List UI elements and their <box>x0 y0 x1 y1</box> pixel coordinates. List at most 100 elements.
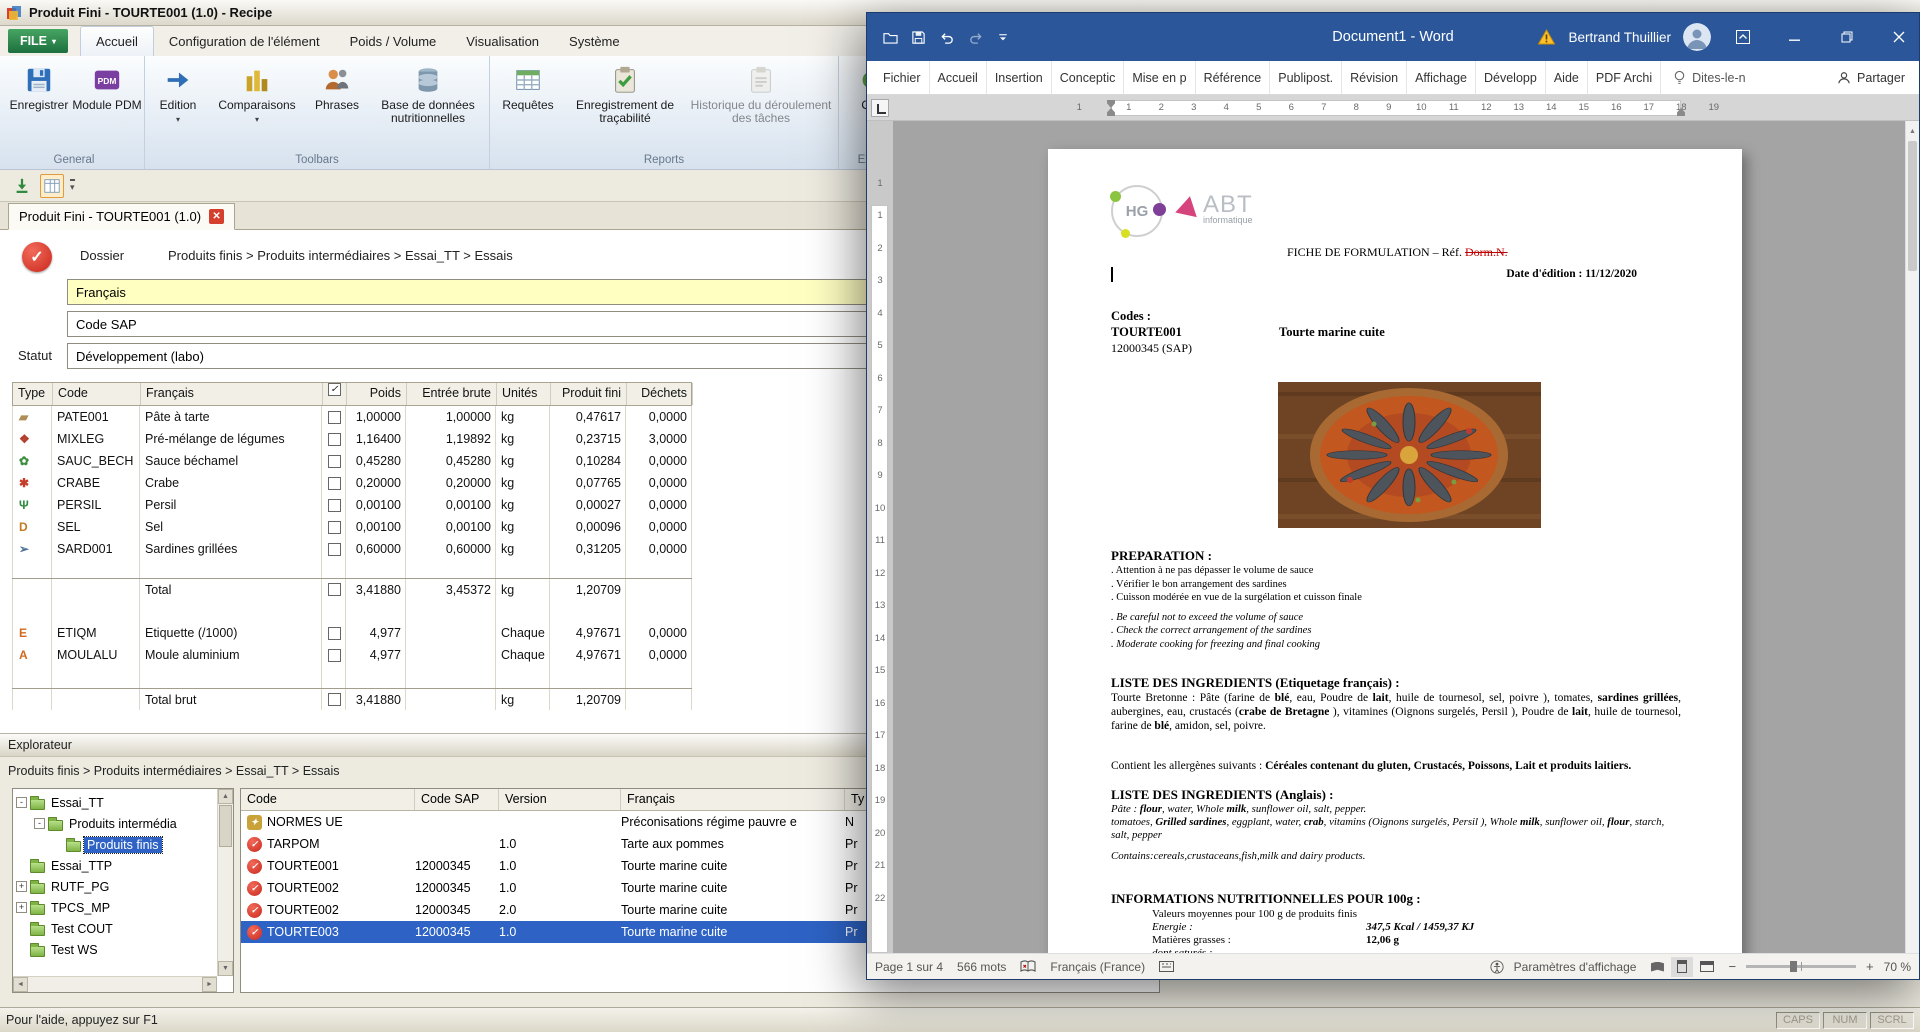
tree-item[interactable]: - Produits intermédia <box>16 813 215 834</box>
zoom-in-button[interactable]: + <box>1866 959 1874 974</box>
tree-expander-icon[interactable]: + <box>16 902 27 913</box>
avatar[interactable] <box>1683 23 1711 51</box>
tree-expander-icon[interactable]: + <box>16 881 27 892</box>
tree-item[interactable]: + RUTF_PG <box>16 876 215 897</box>
row-checkbox[interactable] <box>328 583 341 596</box>
word-ribbon-tab[interactable]: Référence <box>1196 61 1271 94</box>
ingredient-row[interactable]: Ψ PERSIL Persil 0,00100 0,00100 kg 0,000… <box>12 494 692 516</box>
base-donnees-nutritionnelles-button[interactable]: Base de données nutritionnelles <box>369 58 487 152</box>
word-ribbon-tab[interactable]: Insertion <box>987 61 1052 94</box>
document-scrollbar[interactable]: ▲ <box>1905 121 1919 953</box>
tree-expander-icon[interactable]: - <box>16 797 27 808</box>
enregistrer-button[interactable]: Enregistrer <box>6 58 72 152</box>
row-checkbox[interactable] <box>328 411 341 424</box>
row-checkbox[interactable] <box>328 627 341 640</box>
module-pdm-button[interactable]: PDM Module PDM <box>72 58 142 152</box>
list-header-version[interactable]: Version <box>499 789 621 810</box>
tree-item[interactable]: - Essai_TT <box>16 792 215 813</box>
column-header-unites[interactable]: Unités <box>497 383 551 405</box>
tree-item[interactable]: Essai_TTP <box>16 855 215 876</box>
zoom-slider[interactable] <box>1746 965 1856 968</box>
tree-item[interactable]: Test WS <box>16 939 215 960</box>
word-ribbon-tab[interactable]: Conceptic <box>1052 61 1125 94</box>
tree-vertical-scrollbar[interactable]: ▲ ▼ <box>217 789 233 976</box>
column-header-francais[interactable]: Français <box>141 383 323 405</box>
tree-horizontal-scrollbar[interactable]: ◄ ► <box>13 976 217 992</box>
scroll-down-icon[interactable]: ▼ <box>218 961 233 976</box>
row-checkbox[interactable] <box>328 477 341 490</box>
row-checkbox[interactable] <box>328 543 341 556</box>
document-page[interactable]: HG ABT informatique FICHE DE FORMULATION… <box>1048 149 1742 953</box>
document-tab[interactable]: Produit Fini - TOURTE001 (1.0) ✕ <box>8 203 235 230</box>
ribbon-tab[interactable]: Accueil <box>80 26 154 56</box>
requetes-button[interactable]: Requêtes <box>492 58 564 152</box>
save-icon[interactable] <box>911 30 926 45</box>
toolbar-options-button[interactable]: ▾ <box>70 179 75 192</box>
web-layout-button[interactable] <box>1696 957 1718 977</box>
word-ribbon-tab[interactable]: Accueil <box>930 61 987 94</box>
grid-view-button[interactable] <box>40 174 64 198</box>
column-header-poids[interactable]: Poids <box>347 383 407 405</box>
scroll-up-icon[interactable]: ▲ <box>1906 123 1919 139</box>
word-ribbon-tab[interactable]: Aide <box>1546 61 1588 94</box>
display-settings-label[interactable]: Paramètres d'affichage <box>1514 960 1637 974</box>
phrases-button[interactable]: Phrases <box>305 58 369 152</box>
column-header-dechets[interactable]: Déchets <box>627 383 693 405</box>
ribbon-tab[interactable]: Poids / Volume <box>335 26 452 56</box>
minimize-button[interactable] <box>1775 13 1815 61</box>
close-tab-icon[interactable]: ✕ <box>209 209 224 224</box>
read-mode-button[interactable] <box>1646 957 1668 977</box>
maximize-button[interactable] <box>1827 13 1867 61</box>
zoom-out-button[interactable]: − <box>1728 959 1736 974</box>
signed-in-user[interactable]: Bertrand Thuillier <box>1568 30 1671 45</box>
scrollbar-thumb[interactable] <box>219 805 232 847</box>
tree-item[interactable]: Test COUT <box>16 918 215 939</box>
ingredient-row[interactable]: ➢ SARD001 Sardines grillées 0,60000 0,60… <box>12 538 692 560</box>
row-checkbox[interactable] <box>328 433 341 446</box>
close-button[interactable] <box>1879 13 1919 61</box>
scrollbar-thumb[interactable] <box>1908 141 1917 271</box>
column-header-type[interactable]: Type <box>13 383 53 405</box>
warning-icon[interactable] <box>1537 29 1556 45</box>
page-indicator[interactable]: Page 1 sur 4 <box>875 960 943 974</box>
import-button[interactable] <box>10 174 34 198</box>
accessibility-icon[interactable] <box>1490 960 1504 974</box>
scroll-right-icon[interactable]: ► <box>202 977 217 992</box>
packaging-row[interactable]: E ETIQM Etiquette (/1000) 4,977 Chaque 4… <box>12 622 692 644</box>
word-ribbon-tab[interactable]: Affichage <box>1407 61 1476 94</box>
column-header-code[interactable]: Code <box>53 383 141 405</box>
row-checkbox[interactable] <box>328 455 341 468</box>
ingredient-row[interactable]: ✱ CRABE Crabe 0,20000 0,20000 kg 0,07765… <box>12 472 692 494</box>
scroll-up-icon[interactable]: ▲ <box>218 789 233 804</box>
tree-expander-icon[interactable]: - <box>34 818 45 829</box>
packaging-row[interactable]: A MOULALU Moule aluminium 4,977 Chaque 4… <box>12 644 692 666</box>
row-checkbox[interactable] <box>328 499 341 512</box>
word-ribbon-tab[interactable]: Révision <box>1342 61 1407 94</box>
ribbon-tab[interactable]: Visualisation <box>451 26 554 56</box>
row-checkbox[interactable] <box>328 649 341 662</box>
list-header-code-sap[interactable]: Code SAP <box>415 789 499 810</box>
proofing-icon[interactable] <box>1020 960 1036 973</box>
row-checkbox[interactable] <box>328 521 341 534</box>
column-header-entree-brute[interactable]: Entrée brute <box>407 383 497 405</box>
ingredient-row[interactable]: ✿ SAUC_BECH Sauce béchamel 0,45280 0,452… <box>12 450 692 472</box>
column-header-produit-fini[interactable]: Produit fini <box>551 383 627 405</box>
comparaisons-button[interactable]: Comparaisons ▾ <box>209 58 305 152</box>
select-all-checkbox[interactable]: ✓ <box>328 383 341 396</box>
print-layout-button[interactable] <box>1671 957 1693 977</box>
list-header-francais[interactable]: Français <box>621 789 845 810</box>
ribbon-tab[interactable]: Configuration de l'élément <box>154 26 335 56</box>
scroll-left-icon[interactable]: ◄ <box>13 977 28 992</box>
ingredient-row[interactable]: ❖ MIXLEG Pré-mélange de légumes 1,16400 … <box>12 428 692 450</box>
touch-mode-icon[interactable] <box>883 30 898 44</box>
tell-me-box[interactable]: Dites-le-n <box>1661 61 1758 94</box>
historique-taches-button[interactable]: Historique du déroulement des tâches <box>686 58 836 152</box>
undo-icon[interactable] <box>939 30 955 45</box>
list-header-code[interactable]: Code <box>241 789 415 810</box>
ribbon-tab[interactable]: Système <box>554 26 635 56</box>
macro-record-icon[interactable] <box>1159 961 1174 972</box>
word-count[interactable]: 566 mots <box>957 960 1006 974</box>
file-menu-button[interactable]: FILE ▾ <box>8 29 68 53</box>
ingredient-row[interactable]: ▰ PATE001 Pâte à tarte 1,00000 1,00000 k… <box>12 406 692 428</box>
redo-icon[interactable] <box>968 30 984 45</box>
